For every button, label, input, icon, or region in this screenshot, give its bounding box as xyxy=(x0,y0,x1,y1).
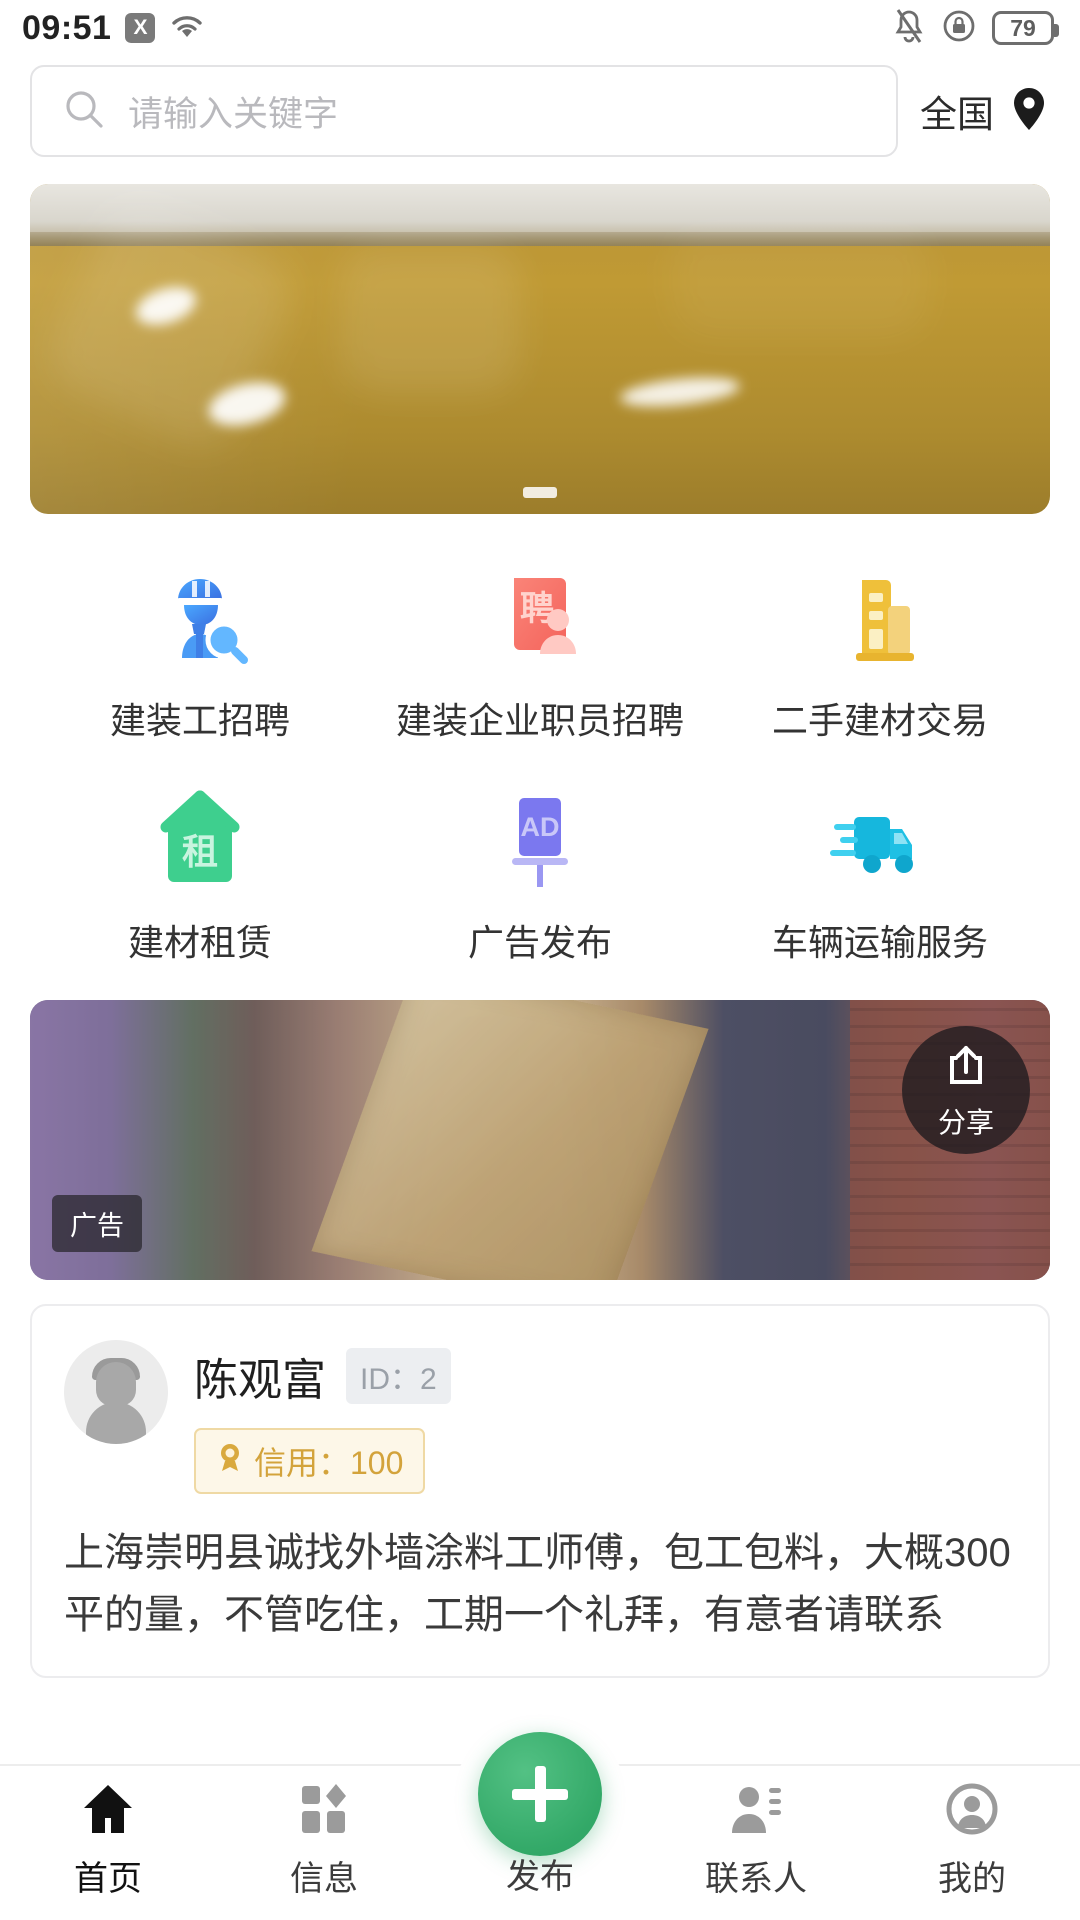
publish-label: 发布 xyxy=(506,1858,574,1896)
category-label: 车辆运输服务 xyxy=(771,922,988,963)
region-label: 全国 xyxy=(920,94,994,135)
banner-sheen xyxy=(670,219,930,339)
delivery-truck-icon xyxy=(828,784,932,888)
share-icon xyxy=(940,1040,992,1097)
no-sim-icon: X xyxy=(125,13,156,43)
post-name-row: 陈观富 ID：2 xyxy=(194,1344,1016,1408)
avatar-body xyxy=(86,1402,146,1444)
category-item-secondhand-materials[interactable]: 二手建材交易 xyxy=(710,538,1050,760)
category-label: 二手建材交易 xyxy=(771,700,988,741)
category-item-material-rental[interactable]: 租 建材租赁 xyxy=(30,760,370,982)
nav-label: 首页 xyxy=(74,1860,142,1898)
contacts-icon xyxy=(727,1782,785,1841)
share-label: 分享 xyxy=(937,1106,994,1138)
banner-carousel[interactable] xyxy=(30,184,1050,514)
ad-overlay xyxy=(30,1000,1050,1280)
nav-label: 我的 xyxy=(938,1860,1006,1898)
share-button[interactable]: 分享 xyxy=(902,1026,1030,1154)
nav-label: 联系人 xyxy=(705,1860,807,1898)
banner-indicator[interactable] xyxy=(523,487,557,498)
battery-indicator: 79 xyxy=(992,11,1059,45)
house-rent-icon: 租 xyxy=(148,784,252,888)
banner-highlight xyxy=(618,372,742,412)
worker-search-icon xyxy=(148,562,252,666)
nav-item-messages[interactable]: 信息 xyxy=(216,1782,432,1900)
grid-messages-icon xyxy=(296,1782,352,1841)
user-name: 陈观富 xyxy=(194,1356,326,1405)
banner-sheen xyxy=(340,244,520,394)
search-placeholder: 请输入关键字 xyxy=(128,94,339,134)
region-selector[interactable]: 全国 xyxy=(920,84,1050,138)
nav-label: 信息 xyxy=(290,1860,358,1898)
search-input[interactable]: 请输入关键字 xyxy=(30,65,898,157)
search-icon xyxy=(62,87,106,136)
ad-billboard-icon: AD xyxy=(488,784,592,888)
rotation-lock-icon xyxy=(942,9,976,48)
medal-icon xyxy=(216,1442,244,1480)
nav-item-contacts[interactable]: 联系人 xyxy=(648,1782,864,1900)
wifi-icon xyxy=(169,11,205,46)
publish-fab-button[interactable] xyxy=(478,1732,602,1856)
nav-item-profile[interactable]: 我的 xyxy=(864,1782,1080,1900)
category-row-2: 租 建材租赁 AD 广告发布 车辆运输服务 xyxy=(30,760,1050,982)
category-grid: 建装工招聘 聘 建装企业职员招聘 二手建材交易 租 建材租赁 AD 广告发布 车… xyxy=(0,514,1080,982)
status-bar-right: 79 xyxy=(892,8,1059,49)
advertisement-card[interactable]: 广告 分享 xyxy=(30,1000,1050,1280)
building-icon xyxy=(828,562,932,666)
ad-badge: 广告 xyxy=(52,1195,142,1252)
home-icon xyxy=(79,1782,137,1841)
user-id-badge: ID：2 xyxy=(346,1348,451,1404)
status-time: 09:51 xyxy=(22,8,112,47)
location-pin-icon xyxy=(1008,85,1050,138)
credit-label: 信用：100 xyxy=(254,1445,404,1481)
svg-text:租: 租 xyxy=(182,831,218,872)
post-content: 上海崇明县诚找外墙涂料工师傅，包工包料，大概300平的量，不管吃住，工期一个礼拜… xyxy=(64,1531,1011,1637)
recruit-board-icon: 聘 xyxy=(488,562,592,666)
post-card[interactable]: 陈观富 ID：2 信用：100 上海崇明县诚找外墙涂料工师傅，包工包料，大概30… xyxy=(30,1304,1050,1678)
profile-icon xyxy=(945,1782,999,1841)
bottom-navigation: 首页 信息 联系人 我的 发布 xyxy=(0,1718,1080,1920)
avatar-head xyxy=(96,1362,136,1406)
post-header: 陈观富 ID：2 信用：100 xyxy=(64,1340,1016,1494)
category-item-worker-recruit[interactable]: 建装工招聘 xyxy=(30,538,370,760)
category-label: 广告发布 xyxy=(467,922,612,963)
status-bar: 09:51 X 79 xyxy=(0,0,1080,56)
category-item-transport-service[interactable]: 车辆运输服务 xyxy=(710,760,1050,982)
app-screen: 09:51 X 79 请输入关键字 全国 建装工招聘 聘 建装企业职员招聘 二手… xyxy=(0,0,1080,1920)
credit-badge: 信用：100 xyxy=(194,1428,426,1494)
bell-mute-icon xyxy=(892,8,926,49)
status-bar-left: 09:51 X xyxy=(22,9,205,48)
category-label: 建材租赁 xyxy=(127,922,272,963)
default-avatar-icon[interactable] xyxy=(64,1340,168,1444)
post-meta: 陈观富 ID：2 信用：100 xyxy=(194,1340,1016,1494)
plus-icon xyxy=(534,1766,546,1822)
svg-text:AD: AD xyxy=(521,812,560,842)
category-item-company-recruit[interactable]: 聘 建装企业职员招聘 xyxy=(370,538,710,760)
category-row-1: 建装工招聘 聘 建装企业职员招聘 二手建材交易 xyxy=(30,538,1050,760)
category-label: 建装企业职员招聘 xyxy=(395,700,684,741)
category-label: 建装工招聘 xyxy=(109,700,290,741)
nav-item-home[interactable]: 首页 xyxy=(0,1782,216,1900)
category-item-ad-publish[interactable]: AD 广告发布 xyxy=(370,760,710,982)
search-header: 请输入关键字 全国 xyxy=(0,56,1080,166)
